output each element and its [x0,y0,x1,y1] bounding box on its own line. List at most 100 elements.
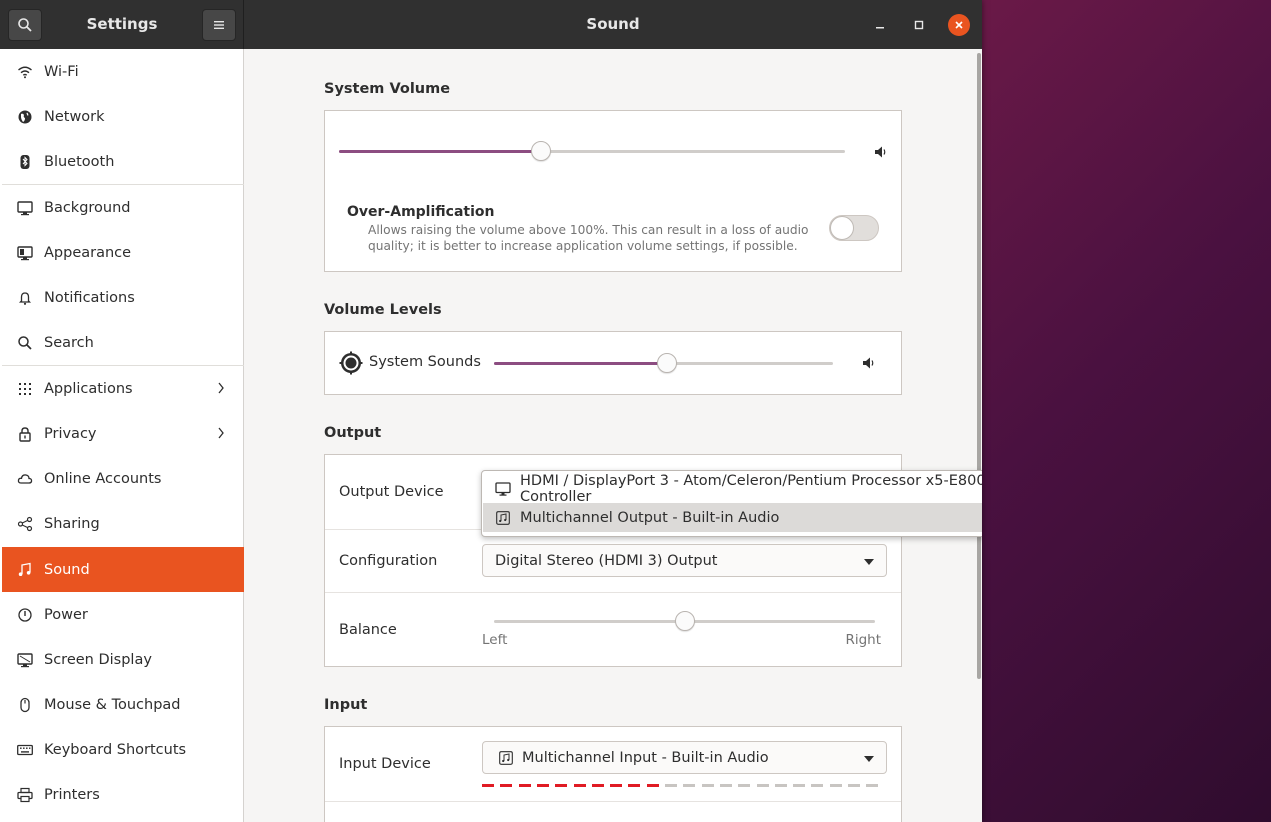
mouse-icon [16,696,34,714]
sidebar-item-search[interactable]: Search [2,320,244,365]
minimize-button[interactable] [869,14,891,36]
section-title-output: Output [324,425,382,441]
settings-window: Settings Sound Wi-Fi Network Bluetooth B… [0,0,982,822]
lock-icon [16,425,34,443]
sidebar-item-sound[interactable]: Sound [2,547,244,592]
menu-button[interactable] [202,9,236,41]
sidebar-item-label: Bluetooth [44,153,115,170]
sidebar-item-label: Online Accounts [44,470,162,487]
slider-handle[interactable] [531,141,551,161]
balance-slider[interactable] [494,611,875,631]
input-level-segment [628,784,640,787]
output-device-label: Output Device [339,484,444,500]
input-level-segment [830,784,842,787]
configuration-dropdown[interactable]: Digital Stereo (HDMI 3) Output [482,544,887,577]
sidebar-item-label: Notifications [44,289,135,306]
sidebar-item-printers[interactable]: Printers [2,772,244,817]
sidebar-item-bluetooth[interactable]: Bluetooth [2,139,244,184]
bluetooth-icon [16,153,34,171]
balance-label: Balance [339,622,397,638]
close-button[interactable] [948,14,970,36]
sidebar-item-wifi[interactable]: Wi-Fi [2,49,244,94]
input-level-segment [610,784,622,787]
slider-handle[interactable] [657,353,677,373]
printer-icon [16,786,34,804]
system-sounds-slider[interactable] [494,353,833,373]
system-sounds-label: System Sounds [369,354,481,370]
section-title-input: Input [324,697,368,713]
output-option-hdmi[interactable]: HDMI / DisplayPort 3 - Atom/Celeron/Pent… [483,472,982,505]
output-option-label: Multichannel Output - Built-in Audio [520,509,780,526]
sidebar-item-label: Sharing [44,515,100,532]
input-level-segment [647,784,659,787]
switch-knob [830,216,854,240]
output-option-multichannel[interactable]: Multichannel Output - Built-in Audio [483,503,982,532]
sidebar-item-background[interactable]: Background [2,185,244,230]
dropdown-arrow-icon [864,756,874,762]
chevron-right-icon [218,382,224,394]
input-level-segment [848,784,860,787]
volume-levels-frame: System Sounds [324,331,902,395]
share-icon [16,515,34,533]
input-level-segment [482,784,494,787]
input-level-meter [482,784,887,787]
sidebar-item-appearance[interactable]: Appearance [2,230,244,275]
input-level-segment [793,784,805,787]
close-icon [955,21,963,29]
bell-icon [16,289,34,307]
output-option-label: HDMI / DisplayPort 3 - Atom/Celeron/Pent… [520,472,982,505]
sidebar-item-keyboard-shortcuts[interactable]: Keyboard Shortcuts [2,727,244,772]
minimize-icon [876,27,884,29]
speaker-icon [875,146,886,158]
sound-panel: System Volume Over-Amplification Allows … [245,49,982,822]
input-level-segment [775,784,787,787]
description-line: Allows raising the volume above 100%. Th… [368,223,809,237]
sidebar-title: Settings [86,15,158,33]
section-title-volume-levels: Volume Levels [324,302,442,318]
slider-fill [494,362,667,365]
input-device-value: Multichannel Input - Built-in Audio [522,749,769,766]
sidebar-item-screen-display[interactable]: Screen Display [2,637,244,682]
sidebar-item-applications[interactable]: Applications [2,366,244,411]
search-button[interactable] [8,9,42,41]
balance-right-label: Right [845,632,881,648]
sidebar-item-power[interactable]: Power [2,592,244,637]
over-amplification-switch[interactable] [829,215,879,241]
sidebar-item-label: Mouse & Touchpad [44,696,181,713]
sidebar-item-network[interactable]: Network [2,94,244,139]
system-volume-slider[interactable] [339,141,845,161]
search-icon [18,18,32,32]
sidebar-item-label: Network [44,108,105,125]
music-note-icon [499,750,513,765]
scrollbar[interactable] [977,53,981,679]
sidebar-item-label: Wi-Fi [44,63,79,80]
sidebar-item-notifications[interactable]: Notifications [2,275,244,320]
maximize-button[interactable] [908,14,930,36]
sidebar-item-online-accounts[interactable]: Online Accounts [2,456,244,501]
appearance-icon [16,244,34,262]
input-device-dropdown[interactable]: Multichannel Input - Built-in Audio [482,741,887,774]
power-icon [16,606,34,624]
sidebar-item-label: Sound [44,561,90,578]
slider-fill [339,150,541,153]
speaker-icon [863,357,874,369]
display-icon [16,651,34,669]
configuration-value: Digital Stereo (HDMI 3) Output [495,552,718,569]
sidebar-item-sharing[interactable]: Sharing [2,501,244,546]
monitor-icon [495,481,511,497]
gear-icon [339,351,363,375]
input-level-segment [537,784,549,787]
row-separator [325,801,901,802]
input-level-segment [500,784,512,787]
cloud-icon [16,470,34,488]
search-icon [16,334,34,352]
input-level-segment [720,784,732,787]
sidebar-item-label: Screen Display [44,651,152,668]
sidebar-item-mouse-touchpad[interactable]: Mouse & Touchpad [2,682,244,727]
slider-handle[interactable] [675,611,695,631]
network-icon [16,108,34,126]
dropdown-arrow-icon [864,559,874,565]
chevron-right-icon [218,427,224,439]
monitor-icon [16,199,34,217]
sidebar-item-privacy[interactable]: Privacy [2,411,244,456]
